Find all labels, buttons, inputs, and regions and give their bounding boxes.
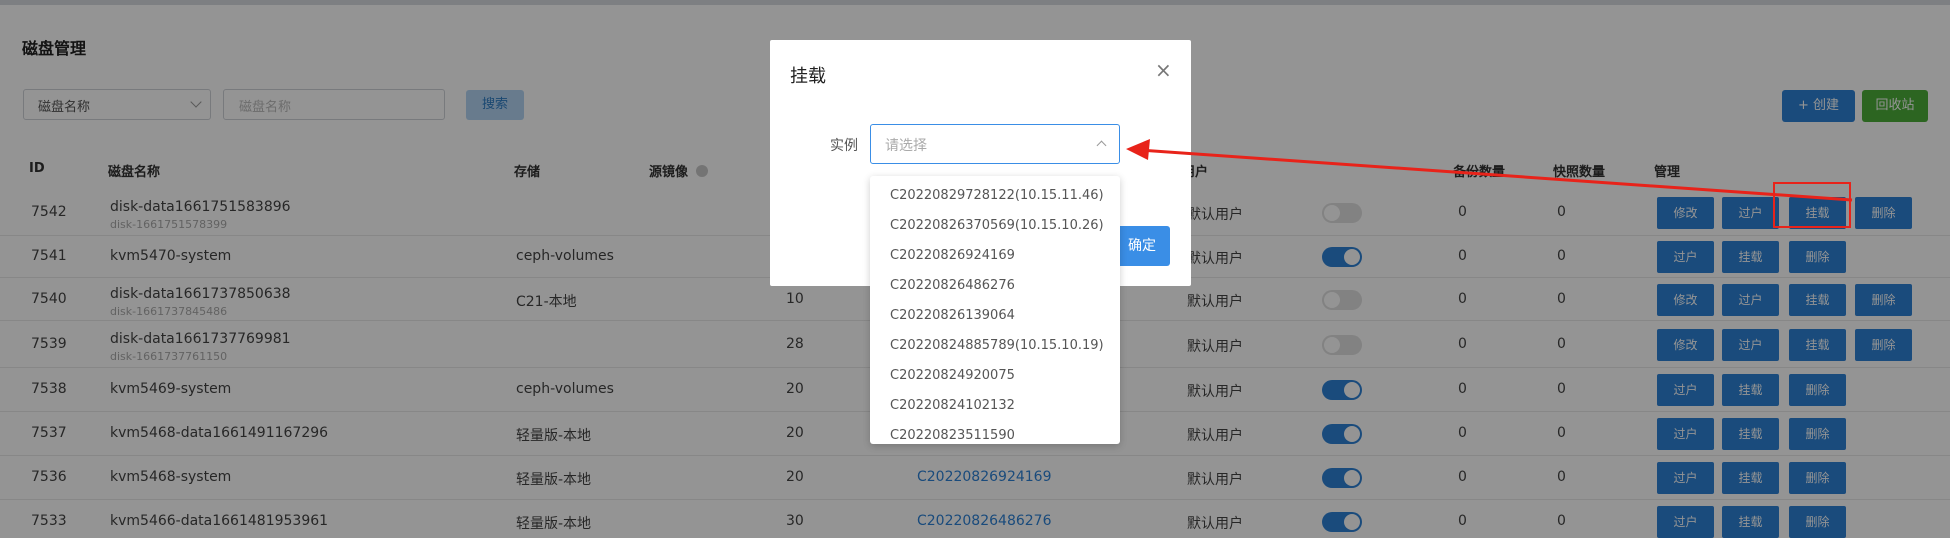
arrow-head — [1126, 139, 1150, 160]
arrow-line — [1139, 148, 1853, 202]
annotation-arrow — [1126, 139, 1853, 202]
